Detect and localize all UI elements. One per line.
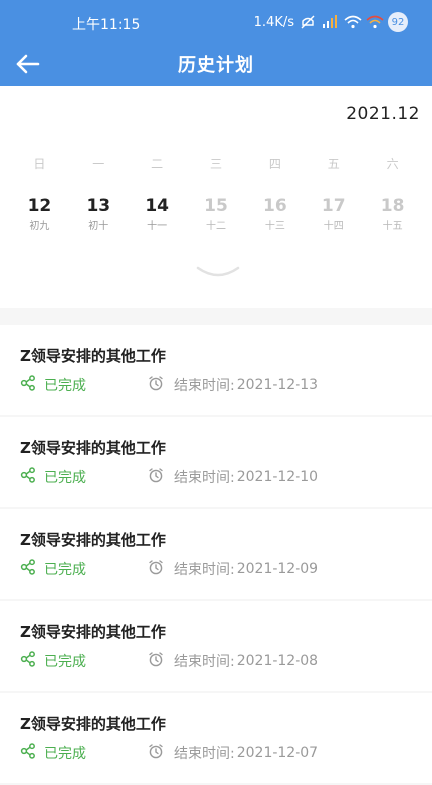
day-number: 13 [86,196,111,216]
plan-title: Z领导安排的其他工作 [20,531,166,549]
share-nodes-icon [20,743,36,763]
end-date: 2021-12-13 [236,377,319,393]
weekday-label: 五 [327,157,340,171]
wifi-icon [344,15,362,29]
plan-card[interactable]: Z领导安排的其他工作 已完成 结束时间: 2021-12-10 [0,417,432,507]
calendar-month[interactable]: 2021.12 [346,104,420,124]
mute-icon [300,15,316,29]
plan-end-time: 结束时间: 2021-12-09 [148,559,318,579]
calendar-day[interactable]: 16 十三 [245,196,304,232]
end-time-label: 结束时间: [174,470,235,486]
share-nodes-icon [20,467,36,487]
share-nodes-icon [20,651,36,671]
plan-status: 已完成 [20,743,86,763]
alarm-clock-icon [148,743,164,763]
share-nodes-icon [20,559,36,579]
plan-card[interactable]: Z领导安排的其他工作 已完成 结束时间: 2021-12-13 [0,325,432,415]
plan-card[interactable]: Z领导安排的其他工作 已完成 结束时间: 2021-12-08 [0,601,432,691]
title-bar: 历史计划 [0,42,432,86]
week-calendar: 2021.12 日 一 二 三 四 五 六 12 初九 13 初十 14 十一 … [0,86,432,308]
alarm-clock-icon [148,651,164,671]
weekday-row: 日 一 二 三 四 五 六 [10,155,422,172]
alarm-clock-icon [148,375,164,395]
calendar-day[interactable]: 17 十四 [304,196,363,232]
lunar-date: 十五 [382,221,403,232]
plan-card[interactable]: Z领导安排的其他工作 已完成 结束时间: 2021-12-07 [0,693,432,783]
plan-end-time: 结束时间: 2021-12-08 [148,651,318,671]
status-label: 已完成 [44,746,86,762]
end-date: 2021-12-09 [236,561,319,577]
status-label: 已完成 [44,562,86,578]
lunar-date: 初九 [29,221,50,232]
plan-title: Z领导安排的其他工作 [20,623,166,641]
page-title: 历史计划 [178,55,254,76]
calendar-day[interactable]: 15 十二 [187,196,246,232]
weekday-label: 日 [33,157,46,171]
plan-end-time: 结束时间: 2021-12-10 [148,467,318,487]
plan-title: Z领导安排的其他工作 [20,347,166,365]
day-number: 15 [204,196,228,216]
end-date: 2021-12-07 [236,745,319,761]
plan-title: Z领导安排的其他工作 [20,439,166,457]
status-time: 上午11:15 [72,17,141,33]
lunar-date: 十二 [206,221,226,232]
status-bar: 上午11:15 1.4K/s 92 [0,0,432,42]
lunar-date: 初十 [88,221,109,232]
end-time-label: 结束时间: [174,654,235,670]
day-number: 12 [27,196,52,216]
plan-title: Z领导安排的其他工作 [20,715,166,733]
signal-icon [322,15,338,29]
day-number: 16 [263,196,287,216]
plan-status: 已完成 [20,375,86,395]
day-row: 12 初九 13 初十 14 十一 15 十二 16 十三 17 十四 18 十… [10,196,422,232]
calendar-day[interactable]: 14 十一 [128,196,187,232]
plan-end-time: 结束时间: 2021-12-07 [148,743,318,763]
plan-status: 已完成 [20,559,86,579]
battery-indicator: 92 [388,12,408,32]
end-time-label: 结束时间: [174,378,235,394]
weekday-label: 四 [268,157,281,171]
calendar-day[interactable]: 12 初九 [10,196,69,232]
plan-status: 已完成 [20,467,86,487]
hotspot-icon [366,15,384,29]
app-header: 上午11:15 1.4K/s 92 历史计划 [0,0,432,86]
lunar-date: 十一 [147,221,168,232]
plan-list: Z领导安排的其他工作 已完成 结束时间: 2021-12-13 Z领导安排的其他… [0,325,432,785]
end-date: 2021-12-08 [236,653,319,669]
calendar-day[interactable]: 13 初十 [69,196,128,232]
network-speed: 1.4K/s [253,14,294,30]
lunar-date: 十三 [264,221,285,232]
end-date: 2021-12-10 [236,469,319,485]
status-label: 已完成 [44,378,86,394]
share-nodes-icon [20,375,36,395]
weekday-label: 三 [210,157,223,171]
day-number: 17 [321,196,346,216]
day-number: 18 [380,196,405,216]
plan-end-time: 结束时间: 2021-12-13 [148,375,318,395]
calendar-day[interactable]: 18 十五 [363,196,422,232]
status-label: 已完成 [44,470,86,486]
end-time-label: 结束时间: [174,746,235,762]
alarm-clock-icon [148,467,164,487]
plan-card[interactable]: Z领导安排的其他工作 已完成 结束时间: 2021-12-09 [0,509,432,599]
day-number: 14 [145,196,169,216]
weekday-label: 二 [151,157,164,171]
status-right: 1.4K/s 92 [254,12,408,32]
weekday-label: 六 [386,157,399,171]
end-time-label: 结束时间: [174,562,235,578]
alarm-clock-icon [148,559,164,579]
lunar-date: 十四 [323,221,344,232]
weekday-label: 一 [92,157,105,171]
expand-handle[interactable] [196,264,240,280]
plan-status: 已完成 [20,651,86,671]
status-label: 已完成 [44,654,86,670]
